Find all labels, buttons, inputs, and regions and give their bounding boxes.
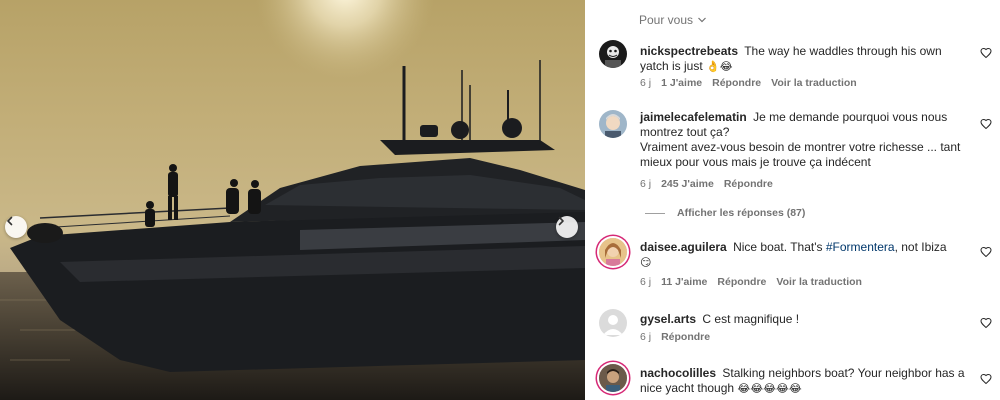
show-replies-button[interactable]: Afficher les réponses (87) — [645, 207, 805, 219]
hashtag-link[interactable]: #Formentera — [826, 240, 895, 254]
comment-username[interactable]: jaimelecafelematin — [640, 110, 747, 124]
avatar[interactable] — [599, 40, 627, 68]
comment-age: 6 j — [640, 331, 652, 343]
post-photo — [0, 0, 585, 400]
emoji: 😂😂😂😂😂 — [737, 382, 802, 395]
emoji: 😏 — [640, 256, 652, 269]
reply-button[interactable]: Répondre — [712, 77, 761, 89]
comment-likes[interactable]: 1 J'aime — [661, 77, 702, 89]
yacht-silhouette — [0, 0, 585, 400]
next-image-button[interactable] — [556, 216, 578, 238]
avatar[interactable] — [599, 309, 627, 337]
comment-likes[interactable]: 11 J'aime — [661, 276, 707, 288]
sort-label: Pour vous — [639, 13, 694, 27]
previous-image-button[interactable] — [5, 216, 27, 238]
translate-button[interactable]: Voir la traduction — [771, 77, 857, 89]
sort-dropdown[interactable]: Pour vous — [639, 13, 707, 27]
comment-text: nickspectrebeats The way he waddles thro… — [640, 44, 942, 73]
comment-username[interactable]: nachocolilles — [640, 366, 716, 380]
heart-icon[interactable] — [980, 117, 992, 130]
reply-button[interactable]: Répondre — [661, 331, 710, 343]
emoji: 👌😂 — [706, 60, 733, 73]
avatar[interactable] — [599, 364, 627, 392]
comment-username[interactable]: daisee.aguilera — [640, 240, 727, 254]
comment-username[interactable]: gysel.arts — [640, 312, 696, 326]
comment-meta: 6 j 11 J'aime Répondre Voir la traductio… — [640, 276, 862, 288]
comment-likes[interactable]: 245 J'aime — [661, 178, 714, 190]
comment-age: 6 j — [640, 178, 652, 190]
comment-meta: 6 j 245 J'aime Répondre — [640, 178, 773, 190]
comment-text: nachocolilles Stalking neighbors boat? Y… — [640, 366, 965, 395]
comment-username[interactable]: nickspectrebeats — [640, 44, 738, 58]
avatar[interactable] — [599, 238, 627, 266]
heart-icon[interactable] — [980, 245, 992, 258]
avatar[interactable] — [599, 110, 627, 138]
heart-icon[interactable] — [980, 372, 992, 385]
heart-icon[interactable] — [980, 316, 992, 329]
reply-button[interactable]: Répondre — [717, 276, 766, 288]
comments-panel: Pour vous nickspectrebeats The way he wa… — [585, 0, 1000, 400]
comment-meta: 6 j 1 J'aime Répondre Voir la traduction — [640, 77, 857, 89]
comment-age: 6 j — [640, 77, 652, 89]
comment-meta: 6 j Répondre — [640, 331, 710, 343]
reply-button[interactable]: Répondre — [724, 178, 773, 190]
divider — [645, 212, 665, 214]
comment-age: 6 j — [640, 276, 652, 288]
translate-button[interactable]: Voir la traduction — [776, 276, 862, 288]
chevron-down-icon — [697, 13, 707, 27]
heart-icon[interactable] — [980, 46, 992, 59]
comment-text: gysel.arts C est magnifique ! — [640, 312, 800, 326]
comment-text: daisee.aguilera Nice boat. That's #Forme… — [640, 240, 947, 269]
comment-text: jaimelecafelematin Je me demande pourquo… — [640, 110, 961, 169]
